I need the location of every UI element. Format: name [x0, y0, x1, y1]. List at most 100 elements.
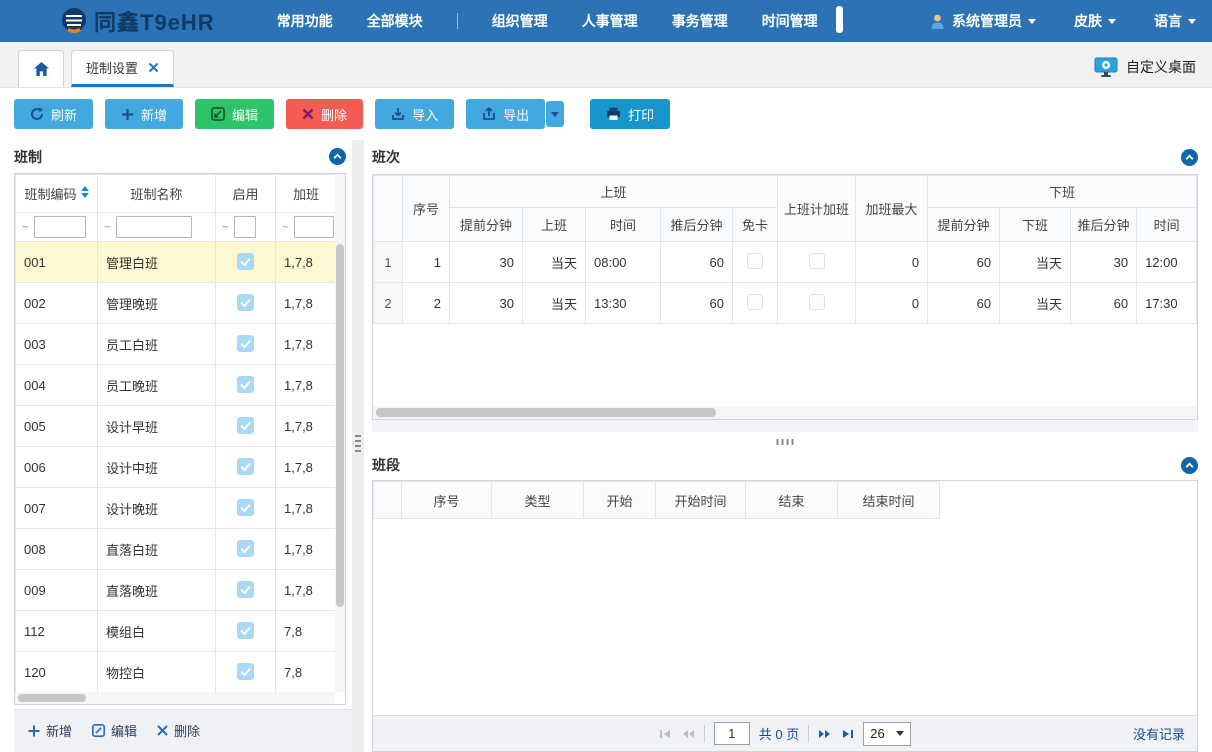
table-row[interactable]: 120物控白7,8 — [16, 652, 337, 693]
footer-add-link[interactable]: 新增 — [28, 721, 72, 740]
col-header-seq[interactable]: 序号 — [402, 482, 492, 519]
col-header-post-minutes-off[interactable]: 推后分钟 — [1071, 208, 1137, 242]
filter-overtime-input[interactable] — [294, 216, 334, 238]
checkbox-checked-icon[interactable] — [237, 335, 254, 352]
checkbox-unchecked-icon[interactable] — [747, 253, 763, 269]
nav-scroll-indicator[interactable] — [836, 6, 843, 33]
checkbox-checked-icon[interactable] — [237, 499, 254, 516]
skin-menu[interactable]: 皮肤 — [1074, 11, 1116, 31]
print-icon — [606, 107, 621, 121]
col-header-on-time[interactable]: 时间 — [586, 208, 661, 242]
col-header-code[interactable]: 班制编码 — [16, 175, 98, 213]
checkbox-checked-icon[interactable] — [237, 540, 254, 557]
col-header-off-time[interactable]: 时间 — [1137, 208, 1197, 242]
prev-page-button[interactable] — [681, 728, 695, 740]
table-row[interactable]: 007设计晚班1,7,8 — [16, 488, 337, 529]
table-row[interactable]: 006设计中班1,7,8 — [16, 447, 337, 488]
collapse-button[interactable] — [1181, 149, 1198, 166]
collapse-button[interactable] — [1181, 457, 1198, 474]
edit-button[interactable]: 编辑 — [195, 99, 274, 129]
vertical-scrollbar[interactable] — [335, 174, 345, 692]
checkbox-checked-icon[interactable] — [237, 253, 254, 270]
export-dropdown-button[interactable] — [546, 101, 564, 127]
col-header-free-card[interactable]: 免卡 — [733, 208, 778, 242]
menu-affairs-management[interactable]: 事务管理 — [672, 11, 728, 31]
menu-all-modules[interactable]: 全部模块 — [367, 11, 423, 31]
table-row[interactable]: 001管理白班1,7,8 — [16, 242, 337, 283]
checkbox-checked-icon[interactable] — [237, 458, 254, 475]
first-page-button[interactable] — [659, 728, 672, 740]
table-row[interactable]: 1 1 30 当天 08:00 60 0 60 当天 30 — [374, 242, 1197, 283]
plus-icon — [121, 108, 134, 121]
next-page-button[interactable] — [818, 728, 832, 740]
import-button[interactable]: 导入 — [375, 99, 454, 129]
col-header-start[interactable]: 开始 — [584, 482, 656, 519]
horizontal-scrollbar[interactable] — [15, 692, 335, 704]
checkbox-checked-icon[interactable] — [237, 376, 254, 393]
col-header-overtime[interactable]: 加班 — [276, 175, 337, 213]
page-number-input[interactable] — [714, 722, 750, 745]
shift-system-panel: 班制 班制编码 班制名称 启用 加班 — [0, 140, 352, 752]
col-header-pre-minutes-off[interactable]: 提前分钟 — [928, 208, 1000, 242]
checkbox-checked-icon[interactable] — [237, 663, 254, 680]
checkbox-checked-icon[interactable] — [237, 581, 254, 598]
checkbox-checked-icon[interactable] — [237, 294, 254, 311]
horizontal-splitter[interactable] — [372, 432, 1198, 450]
col-header-start-time[interactable]: 开始时间 — [656, 482, 746, 519]
checkbox-unchecked-icon[interactable] — [809, 253, 825, 269]
checkbox-unchecked-icon[interactable] — [747, 294, 763, 310]
col-header-max-overtime[interactable]: 加班最大 — [856, 176, 928, 242]
page-size-select[interactable]: 26 — [863, 722, 911, 746]
checkbox-unchecked-icon[interactable] — [809, 294, 825, 310]
delete-button[interactable]: 删除 — [286, 99, 363, 129]
menu-org-management[interactable]: 组织管理 — [492, 11, 548, 31]
col-header-type[interactable]: 类型 — [492, 482, 584, 519]
menu-common-functions[interactable]: 常用功能 — [277, 11, 333, 31]
footer-edit-link[interactable]: 编辑 — [92, 721, 137, 740]
add-button[interactable]: 新增 — [105, 99, 183, 129]
table-row[interactable]: 005设计早班1,7,8 — [16, 406, 337, 447]
col-header-on-day[interactable]: 上班 — [523, 208, 586, 242]
filter-name-input[interactable] — [116, 216, 192, 238]
vertical-splitter[interactable] — [352, 140, 364, 752]
footer-delete-link[interactable]: 删除 — [157, 721, 200, 740]
refresh-button[interactable]: 刷新 — [14, 99, 93, 129]
language-menu[interactable]: 语言 — [1154, 11, 1196, 31]
col-header-pre-minutes[interactable]: 提前分钟 — [450, 208, 523, 242]
table-row[interactable]: 003员工白班1,7,8 — [16, 324, 337, 365]
col-header-name[interactable]: 班制名称 — [98, 175, 216, 213]
menu-hr-management[interactable]: 人事管理 — [582, 11, 638, 31]
collapse-button[interactable] — [329, 148, 346, 165]
shift-system-footer: 新增 编辑 删除 — [14, 709, 352, 752]
table-row[interactable]: 2 2 30 当天 13:30 60 0 60 当天 60 — [374, 283, 1197, 324]
checkbox-checked-icon[interactable] — [237, 417, 254, 434]
tab-home[interactable] — [18, 50, 64, 87]
filter-enabled-input[interactable] — [234, 216, 256, 238]
checkbox-checked-icon[interactable] — [237, 622, 254, 639]
print-button[interactable]: 打印 — [590, 99, 670, 129]
col-header-post-minutes[interactable]: 推后分钟 — [661, 208, 733, 242]
col-header-off-day[interactable]: 下班 — [1000, 208, 1071, 242]
export-button[interactable]: 导出 — [466, 99, 545, 129]
close-icon[interactable] — [148, 62, 159, 73]
table-row[interactable]: 009直落晚班1,7,8 — [16, 570, 337, 611]
table-row[interactable]: 004员工晚班1,7,8 — [16, 365, 337, 406]
customize-desktop-button[interactable]: 自定义桌面 — [1094, 57, 1196, 77]
col-header-onduty-overtime[interactable]: 上班计加班 — [778, 176, 856, 242]
col-header-seq[interactable]: 序号 — [403, 176, 450, 242]
col-header-end-time[interactable]: 结束时间 — [838, 482, 940, 519]
menu-divider — [457, 13, 458, 29]
col-header-end[interactable]: 结束 — [746, 482, 838, 519]
user-menu[interactable]: 系统管理员 — [929, 11, 1036, 31]
table-row[interactable]: 008直落白班1,7,8 — [16, 529, 337, 570]
tab-shift-settings[interactable]: 班制设置 — [71, 50, 174, 87]
last-page-button[interactable] — [841, 728, 854, 740]
chevron-up-circle-icon — [329, 148, 346, 165]
horizontal-scrollbar[interactable] — [373, 406, 1197, 419]
table-row[interactable]: 002管理晚班1,7,8 — [16, 283, 337, 324]
col-header-enabled[interactable]: 启用 — [216, 175, 276, 213]
grid-toolbar: 刷新 新增 编辑 删除 导入 导出 打印 — [0, 88, 1212, 140]
menu-time-management[interactable]: 时间管理 — [762, 11, 818, 31]
table-row[interactable]: 112模组白7,8 — [16, 611, 337, 652]
filter-code-input[interactable] — [34, 216, 86, 238]
